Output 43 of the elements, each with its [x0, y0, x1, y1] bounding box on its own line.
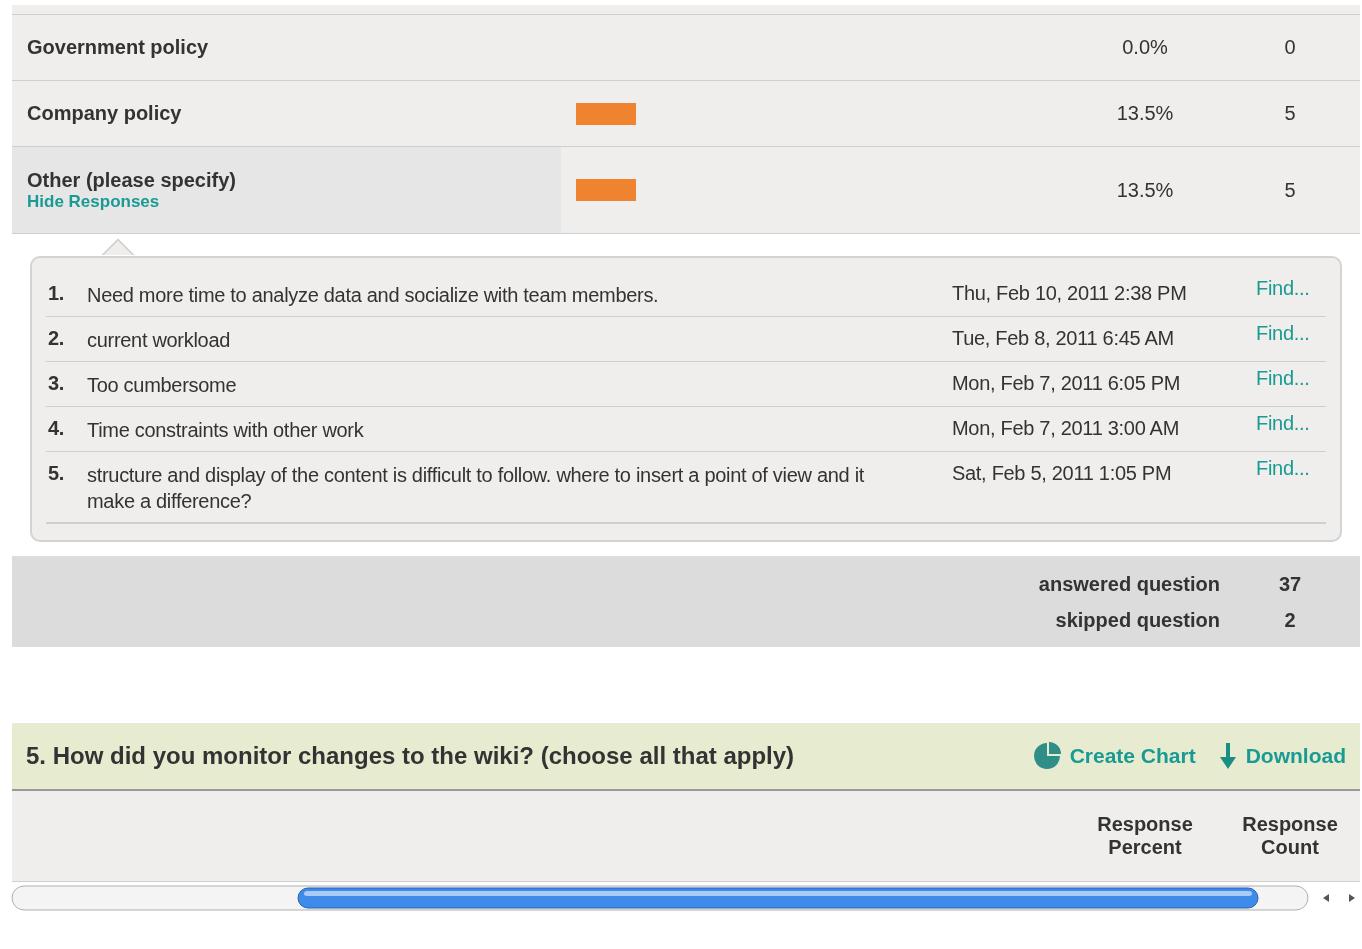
response-date: Sat, Feb 5, 2011 1:05 PM [952, 462, 1173, 486]
response-count: 0 [1283, 36, 1297, 59]
response-text: current workload [87, 328, 232, 353]
find-link[interactable]: Find... [1256, 322, 1326, 353]
response-number: 1. [47, 282, 66, 306]
summary-value: 2 [1283, 608, 1297, 632]
response-percent: 13.5% [1115, 178, 1175, 202]
percent-bar [576, 179, 636, 201]
answer-label: Government policy [27, 36, 210, 59]
response-date: Tue, Feb 8, 2011 6:45 AM [952, 327, 1175, 351]
pie-chart-icon [1031, 741, 1062, 771]
find-link[interactable]: Find... [1256, 412, 1326, 443]
column-header: Response Count [1241, 813, 1339, 859]
summary-label: skipped question [1055, 608, 1220, 632]
find-link[interactable]: Find... [1256, 277, 1326, 308]
response-number: 2. [47, 327, 66, 351]
response-percent: 0.0% [1121, 36, 1169, 59]
response-count: 5 [1283, 178, 1297, 202]
hide-responses-link[interactable]: Hide Responses [27, 191, 561, 212]
find-link[interactable]: Find... [1256, 457, 1326, 514]
question-title: 5. How did you monitor changes to the wiki? (choose all that apply) [26, 742, 796, 770]
response-date: Thu, Feb 10, 2011 2:38 PM [952, 282, 1188, 306]
create-chart-link[interactable]: Create Chart [1031, 741, 1196, 771]
response-number: 4. [47, 417, 66, 441]
response-text: structure and display of the content is difficult to follow. where to insert a point of view and it make a difference? [87, 463, 866, 514]
response-count: 5 [1283, 102, 1297, 125]
answer-label: Company policy [27, 102, 183, 125]
response-text: Too cumbersome [87, 373, 238, 398]
response-text: Time constraints with other work [87, 418, 365, 443]
find-link[interactable]: Find... [1256, 367, 1326, 398]
download-link[interactable]: Download [1217, 741, 1346, 771]
down-arrow-icon [1217, 741, 1238, 771]
response-number: 5. [47, 462, 66, 486]
column-header: Response Percent [1096, 813, 1194, 859]
summary-label: answered question [1038, 572, 1220, 596]
summary-value: 37 [1277, 572, 1303, 596]
percent-bar [576, 102, 636, 125]
response-number: 3. [47, 372, 66, 396]
response-date: Mon, Feb 7, 2011 6:05 PM [952, 372, 1182, 396]
answer-label: Other (please specify) [27, 168, 237, 192]
response-date: Mon, Feb 7, 2011 3:00 AM [952, 417, 1181, 441]
response-percent: 13.5% [1115, 102, 1175, 125]
response-text: Need more time to analyze data and socialize with team members. [87, 283, 660, 308]
